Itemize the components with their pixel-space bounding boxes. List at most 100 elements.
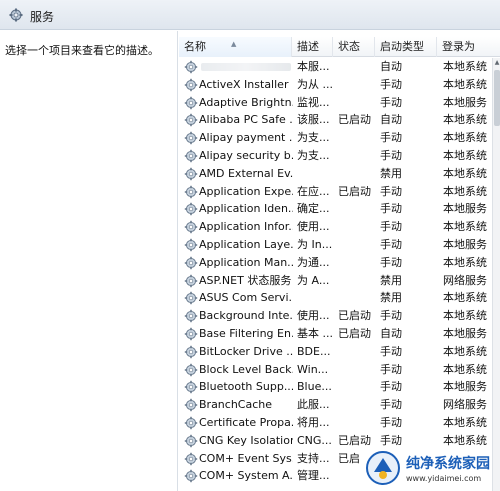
- service-logon-as: 本地系统: [443, 113, 487, 127]
- service-startup-type: 手动: [380, 344, 402, 358]
- service-status: 已启动: [338, 309, 371, 323]
- service-gear-icon: [184, 345, 198, 359]
- service-status: [338, 58, 376, 76]
- service-row[interactable]: Base Filtering En... 基本 ... 已启动 自动 本地服务: [179, 325, 492, 343]
- service-logon-as: 本地系统: [443, 362, 487, 376]
- column-header-logon-as[interactable]: 登录为: [437, 37, 500, 57]
- service-gear-icon: [184, 131, 198, 145]
- service-status: [338, 414, 376, 432]
- service-name: AMD External Ev...: [199, 166, 293, 180]
- column-header-description[interactable]: 描述: [292, 37, 333, 57]
- service-logon-as: 本地服务: [443, 202, 487, 216]
- service-status: [338, 272, 376, 290]
- column-header-name[interactable]: ▲ 名称: [179, 37, 292, 57]
- service-logon-as: 本地服务: [443, 95, 487, 109]
- service-description: 此服...: [297, 398, 330, 412]
- service-logon-as: 本地系统: [443, 344, 487, 358]
- service-row[interactable]: Application Expe... 在应... 已启动 手动 本地系统: [179, 183, 492, 201]
- service-row[interactable]: ASUS Com Servi... 禁用 本地系统: [179, 289, 492, 307]
- service-status: [338, 200, 376, 218]
- service-name: Base Filtering En...: [199, 327, 293, 340]
- service-description: 使用...: [297, 220, 330, 234]
- service-row[interactable]: 本服... 自动 本地系统: [179, 58, 492, 76]
- service-gear-icon: [184, 291, 198, 305]
- service-gear-icon: [184, 452, 198, 466]
- service-row[interactable]: Block Level Back... Win... 手动 本地系统: [179, 361, 492, 379]
- service-gear-icon: [184, 202, 198, 216]
- column-header-startup-type[interactable]: 启动类型: [375, 37, 437, 57]
- service-status: [338, 361, 376, 379]
- service-row[interactable]: Alipay security b... 为支... 手动 本地系统: [179, 147, 492, 165]
- service-logon-as: 本地服务: [443, 380, 487, 394]
- service-name: Alibaba PC Safe ...: [199, 113, 293, 127]
- service-row[interactable]: Application Laye... 为 In... 手动 本地服务: [179, 236, 492, 254]
- service-description: 支持...: [297, 451, 330, 465]
- service-row[interactable]: AMD External Ev... 禁用 本地系统: [179, 165, 492, 183]
- service-startup-type: 手动: [380, 131, 402, 145]
- service-row[interactable]: BitLocker Drive ... BDE... 手动 本地系统: [179, 343, 492, 361]
- service-name: Alipay security b...: [199, 149, 293, 162]
- service-row[interactable]: Background Inte... 使用... 已启动 手动 本地系统: [179, 307, 492, 325]
- scrollbar-thumb[interactable]: [494, 70, 500, 126]
- service-logon-as: 网络服务: [443, 273, 487, 287]
- service-status: 已启动: [338, 433, 371, 447]
- service-name: ASUS Com Servi...: [199, 291, 293, 305]
- service-description: 本服...: [297, 60, 330, 73]
- service-gear-icon: [184, 220, 198, 234]
- service-logon-as: 本地系统: [443, 255, 487, 269]
- service-row[interactable]: Application Infor... 使用... 手动 本地系统: [179, 218, 492, 236]
- watermark-site-name: 纯净系统家园: [406, 456, 490, 472]
- service-name: Application Infor...: [199, 220, 293, 234]
- service-name: BitLocker Drive ...: [199, 344, 293, 358]
- service-row[interactable]: Alibaba PC Safe ... 该服... 已启动 自动 本地系统: [179, 111, 492, 129]
- service-gear-icon: [184, 416, 198, 430]
- service-row[interactable]: Application Man... 为通... 手动 本地系统: [179, 254, 492, 272]
- service-startup-type: 手动: [380, 255, 402, 269]
- scroll-up-icon[interactable]: ▲: [493, 58, 500, 68]
- service-status: 已启动: [338, 184, 371, 198]
- service-row[interactable]: Application Iden... 确定... 手动 本地服务: [179, 200, 492, 218]
- service-row[interactable]: Adaptive Brightn... 监视... 手动 本地服务: [179, 94, 492, 112]
- service-row[interactable]: CNG Key Isolation CNG... 已启动 手动 本地系统: [179, 432, 492, 450]
- column-header-status[interactable]: 状态: [333, 37, 375, 57]
- service-row[interactable]: ASP.NET 状态服务为 A... 禁用 网络服务: [179, 272, 492, 290]
- service-status: [338, 289, 376, 307]
- service-status: 已启动: [338, 113, 371, 127]
- service-gear-icon: [184, 60, 198, 74]
- service-gear-icon: [184, 113, 198, 127]
- service-status: [338, 76, 376, 94]
- service-gear-icon: [184, 398, 198, 412]
- service-name: Background Inte...: [199, 309, 293, 323]
- service-description: 为通...: [297, 255, 330, 269]
- service-row[interactable]: ActiveX Installer ... 为从 ... 手动 本地系统: [179, 76, 492, 94]
- description-pane: 选择一个项目来查看它的描述。: [0, 31, 178, 491]
- service-gear-icon: [184, 327, 198, 341]
- service-startup-type: 自动: [380, 327, 402, 340]
- service-gear-icon: [184, 380, 198, 394]
- service-description: 将用...: [297, 416, 330, 429]
- service-description: 为支...: [297, 131, 330, 145]
- service-startup-type: 禁用: [380, 166, 402, 180]
- service-row[interactable]: Bluetooth Supp... Blue... 手动 本地服务: [179, 378, 492, 396]
- service-name: Application Man...: [199, 255, 293, 269]
- service-row[interactable]: Certificate Propa... 将用... 手动 本地系统: [179, 414, 492, 432]
- service-logon-as: 本地系统: [443, 291, 487, 305]
- service-logon-as: 本地系统: [443, 60, 487, 73]
- vertical-scrollbar[interactable]: ▲: [492, 58, 500, 491]
- column-header-description-label: 描述: [297, 40, 319, 53]
- service-status: [338, 129, 376, 147]
- service-startup-type: 手动: [380, 398, 402, 412]
- service-gear-icon: [184, 274, 198, 288]
- column-header-name-label: 名称: [184, 40, 206, 53]
- service-startup-type: 手动: [380, 380, 402, 394]
- service-row[interactable]: Alipay payment ... 为支... 手动 本地系统: [179, 129, 492, 147]
- service-startup-type: 手动: [380, 184, 402, 198]
- service-status: [338, 343, 376, 361]
- service-description: 为 In...: [297, 238, 333, 251]
- service-startup-type: 手动: [380, 149, 402, 162]
- service-status: 已启动: [338, 327, 371, 340]
- service-name: Certificate Propa...: [199, 416, 293, 429]
- service-row[interactable]: BranchCache 此服... 手动 网络服务: [179, 396, 492, 414]
- service-gear-icon: [184, 185, 198, 199]
- service-description: Blue...: [297, 380, 332, 394]
